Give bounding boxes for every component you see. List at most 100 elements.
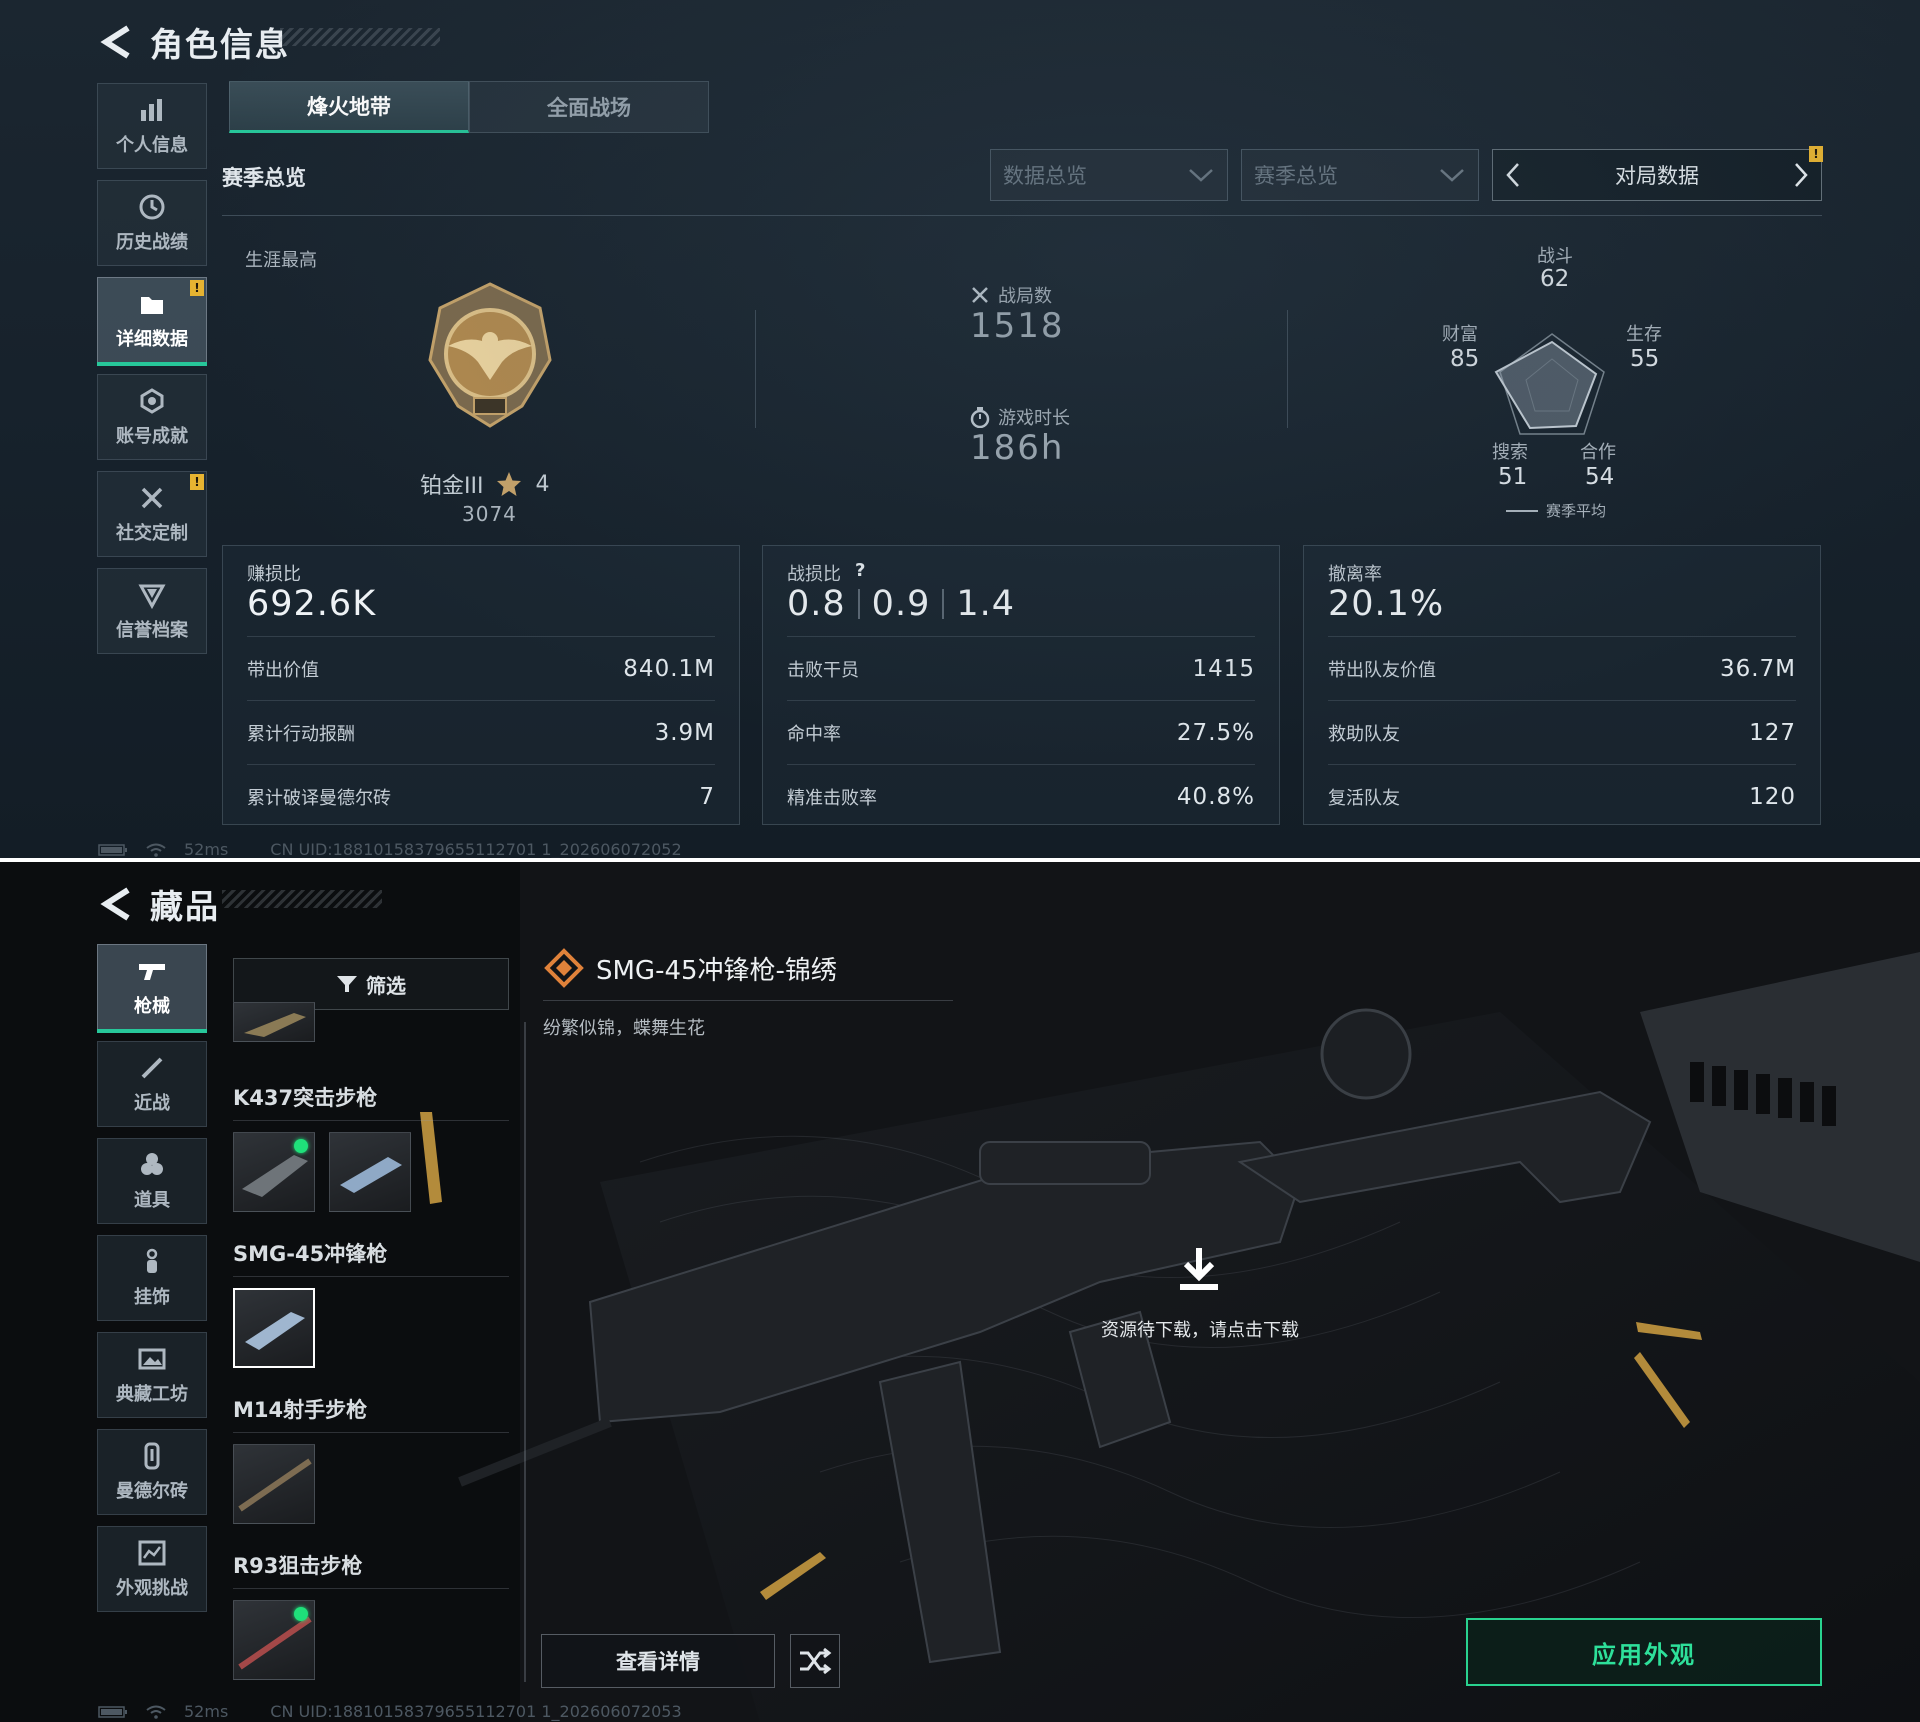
sidebar-item-mandel-brick[interactable]: 曼德尔砖 [97, 1429, 207, 1515]
chevron-left-icon[interactable] [1503, 160, 1523, 190]
back-arrow-icon[interactable] [98, 24, 136, 60]
sidebar-item-achievements[interactable]: 账号成就 [97, 374, 207, 460]
radar-pentagon [1494, 333, 1605, 435]
equipped-dot-icon [294, 1139, 308, 1153]
page-title: 藏品 [150, 887, 220, 926]
title-decoration [222, 890, 382, 908]
shuffle-button[interactable] [790, 1634, 840, 1688]
wifi-icon [146, 1705, 166, 1719]
sidebar-item-items[interactable]: 道具 [97, 1138, 207, 1224]
weapon-name: SMG-45冲锋枪 [233, 1242, 388, 1266]
achievement-icon [137, 386, 167, 416]
data-overview-dropdown[interactable]: 数据总览 [990, 149, 1228, 201]
sidebar-item-social[interactable]: ! 社交定制 [97, 471, 207, 557]
sidebar-item-skin-challenge[interactable]: 外观挑战 [97, 1526, 207, 1612]
pager-label: 对局数据 [1615, 164, 1699, 188]
radar-value-survival: 55 [1630, 346, 1660, 372]
weapon-skin-thumb[interactable] [233, 1002, 315, 1042]
row-label: 带出价值 [247, 659, 319, 681]
radar-label-wealth: 财富 [1442, 324, 1478, 345]
sidebar-item-workshop[interactable]: 典藏工坊 [97, 1332, 207, 1418]
sidebar-item-label: 挂饰 [134, 1287, 170, 1308]
stopwatch-icon [970, 407, 990, 428]
kd-separator [942, 589, 945, 619]
sidebar-item-label: 账号成就 [116, 426, 188, 447]
sidebar-item-detailed-data[interactable]: ! 详细数据 [97, 277, 207, 366]
challenge-icon [137, 1538, 167, 1568]
battery-icon [98, 1705, 127, 1718]
playtime-value: 186h [970, 428, 1065, 468]
extraction-card: 撤离率 20.1% 带出队友价值 36.7M 救助队友 127 复活队友 120 [1303, 545, 1821, 825]
row-value: 840.1M [623, 655, 715, 682]
uid-text: CN UID:18810158379655112701 1_2026060720… [270, 1702, 682, 1721]
back-arrow-icon[interactable] [98, 886, 136, 922]
row-value: 40.8% [1176, 783, 1255, 810]
download-icon[interactable] [1176, 1246, 1222, 1294]
matches-label: 战局数 [998, 286, 1052, 307]
apply-skin-button[interactable]: 应用外观 [1466, 1618, 1822, 1686]
collection-screen: 藏品 枪械 近战 道具 挂饰 典藏工坊 曼德尔砖 外观挑战 筛选 K437突击步… [0, 862, 1920, 1722]
weapon-divider [233, 1432, 509, 1433]
row-label: 复活队友 [1328, 787, 1400, 809]
weapon-skin-thumb[interactable] [233, 1132, 315, 1212]
uid-text: CN UID:18810158379655112701 1_2026060720… [270, 840, 682, 858]
card-row: 击败干员 1415 [787, 636, 1255, 700]
view-details-button[interactable]: 查看详情 [541, 1634, 775, 1688]
rank-name: 铂金III [420, 474, 484, 499]
crossed-swords-icon [972, 287, 988, 303]
weapon-divider [233, 1276, 509, 1277]
chevron-right-icon[interactable] [1791, 160, 1811, 190]
ping-value: 52ms [184, 840, 229, 858]
weapon-divider [233, 1120, 509, 1121]
weapon-skin-thumb[interactable] [329, 1132, 411, 1212]
help-icon[interactable]: ? [855, 560, 865, 586]
radar-value-cooperation: 54 [1585, 464, 1615, 490]
sidebar-item-history[interactable]: 历史战绩 [97, 180, 207, 266]
tab-warzone[interactable]: 烽火地带 [229, 81, 469, 133]
sidebar-item-personal-info[interactable]: 个人信息 [97, 83, 207, 169]
sidebar-item-label: 外观挑战 [116, 1578, 188, 1599]
sidebar-item-melee[interactable]: 近战 [97, 1041, 207, 1127]
sidebar-item-charms[interactable]: 挂饰 [97, 1235, 207, 1321]
status-bar: 52ms CN UID:18810158379655112701 1_20260… [98, 1702, 682, 1721]
kd-value: 0.8 [787, 584, 846, 624]
card-value: 20.1% [1328, 584, 1445, 624]
card-row: 带出价值 840.1M [247, 636, 715, 700]
playtime-label-row: 游戏时长 [970, 404, 1070, 430]
card-row: 累计破译曼德尔砖 7 [247, 764, 715, 828]
vertical-divider [755, 310, 756, 428]
kd-value: 1.4 [956, 584, 1016, 624]
row-label: 击败干员 [787, 659, 859, 681]
profit-card: 赚损比 692.6K 带出价值 840.1M 累计行动报酬 3.9M 累计破译曼德尔… [222, 545, 740, 825]
tab-full-battlefield[interactable]: 全面战场 [469, 81, 709, 133]
title-decoration [280, 28, 440, 46]
matches-value: 1518 [970, 306, 1065, 346]
radar-label-search: 搜索 [1492, 442, 1528, 463]
radar-value-search: 51 [1498, 464, 1528, 490]
sidebar-item-guns[interactable]: 枪械 [97, 944, 207, 1033]
battery-icon [98, 843, 127, 856]
tools-icon [137, 483, 167, 513]
weapon-skin-thumb-selected[interactable] [233, 1288, 315, 1368]
card-row: 复活队友 120 [1328, 764, 1796, 828]
sidebar-item-label: 曼德尔砖 [116, 1481, 188, 1502]
row-value: 3.9M [654, 719, 715, 746]
radar-label-survival: 生存 [1626, 324, 1662, 345]
career-label: 生涯最高 [245, 250, 317, 271]
matches-label-row: 战局数 [970, 282, 1052, 308]
weapon-skin-thumb[interactable] [233, 1444, 315, 1524]
card-label: 赚损比 [247, 564, 301, 585]
sidebar-item-reputation[interactable]: 信誉档案 [97, 568, 207, 654]
download-hint[interactable]: 资源待下载，请点击下载 [1095, 1316, 1305, 1342]
row-value: 1415 [1192, 655, 1255, 682]
weapon-skin-thumb[interactable] [233, 1600, 315, 1680]
skin-description: 纷繁似锦，蝶舞生花 [543, 1018, 705, 1039]
row-label: 累计行动报酬 [247, 723, 355, 745]
chevron-down-icon [1189, 169, 1213, 182]
dropdown-value: 赛季总览 [1254, 164, 1338, 188]
card-value: 692.6K [247, 584, 377, 624]
season-dropdown[interactable]: 赛季总览 [1241, 149, 1479, 201]
sidebar-item-label: 个人信息 [116, 135, 188, 156]
mode-tabs: 烽火地带 全面战场 [229, 81, 709, 133]
radar-label-cooperation: 合作 [1580, 442, 1616, 463]
